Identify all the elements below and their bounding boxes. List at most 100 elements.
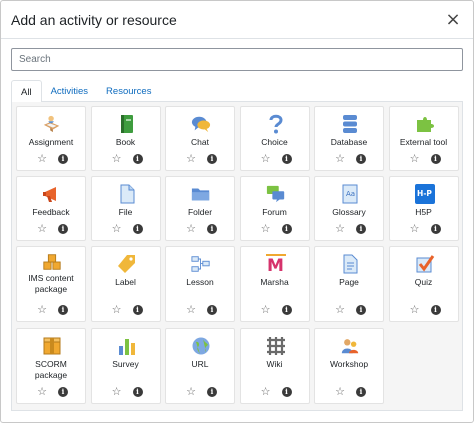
tab-resources[interactable]: Resources [97,80,160,102]
star-icon[interactable]: ☆ [36,223,48,235]
star-icon[interactable]: ☆ [185,304,197,316]
info-icon[interactable]: i [132,224,143,234]
activity-tile-forum[interactable]: Forum ☆ i [239,176,310,241]
info-icon[interactable]: i [132,305,143,315]
activity-tile-database[interactable]: Database ☆ i [314,106,384,171]
activity-label: Assignment [28,137,74,147]
star-icon[interactable]: ☆ [334,223,346,235]
activity-label: External tool [399,137,448,147]
activity-label: H5P [415,207,432,217]
activity-tile-page[interactable]: Page ☆ i [314,246,384,322]
activity-tile-label[interactable]: Label ☆ i [90,246,161,322]
activity-tile-book[interactable]: Book ☆ i [90,106,161,171]
star-icon[interactable]: ☆ [185,153,197,165]
activity-label: Quiz [414,277,433,287]
activity-tile-url[interactable]: URL ☆ i [165,328,235,404]
info-icon[interactable]: i [58,305,68,315]
info-icon[interactable]: i [58,387,68,397]
info-icon[interactable]: i [207,224,217,234]
activity-tile-h5p[interactable]: H-P H5P ☆ i [388,176,459,241]
activity-tile-feedback[interactable]: Feedback ☆ i [16,176,86,241]
info-icon[interactable]: i [207,305,217,315]
info-icon[interactable]: i [281,154,292,164]
info-icon[interactable]: i [58,154,68,164]
dialog-title: Add an activity or resource [11,11,177,28]
info-icon[interactable]: i [132,154,143,164]
info-icon[interactable]: i [281,387,292,397]
star-icon[interactable]: ☆ [260,304,272,316]
glossary-icon: Aa [340,184,360,204]
info-icon[interactable]: i [356,224,366,234]
choice-icon [266,114,286,134]
activity-tile-scorm-package[interactable]: SCORM package ☆ i [16,328,86,404]
info-icon[interactable]: i [281,224,292,234]
star-icon[interactable]: ☆ [334,153,346,165]
activity-tile-quiz[interactable]: Quiz ☆ i [388,246,459,322]
star-icon[interactable]: ☆ [334,386,346,398]
add-activity-dialog: Add an activity or resource × All Activi… [0,0,474,423]
info-icon[interactable]: i [356,154,366,164]
activity-tile-lesson[interactable]: Lesson ☆ i [165,246,235,322]
tab-all[interactable]: All [11,80,42,103]
info-icon[interactable]: i [207,154,217,164]
star-icon[interactable]: ☆ [111,304,123,316]
activity-tile-workshop[interactable]: Workshop ☆ i [314,328,384,404]
info-icon[interactable]: i [281,305,292,315]
star-icon[interactable]: ☆ [36,304,48,316]
activity-label: Marsha [260,277,289,287]
star-icon[interactable]: ☆ [185,386,197,398]
book-icon [117,114,137,134]
info-icon[interactable]: i [132,387,143,397]
star-icon[interactable]: ☆ [409,153,421,165]
survey-icon [117,336,137,356]
activity-tile-folder[interactable]: Folder ☆ i [165,176,235,241]
activity-label: SCORM package [34,359,68,380]
info-icon[interactable]: i [430,154,441,164]
star-icon[interactable]: ☆ [111,386,123,398]
star-icon[interactable]: ☆ [111,223,123,235]
activity-tile-chat[interactable]: Chat ☆ i [165,106,235,171]
info-icon[interactable]: i [430,305,441,315]
info-icon[interactable]: i [430,224,441,234]
activity-tile-external-tool[interactable]: External tool ☆ i [388,106,459,171]
info-icon[interactable]: i [207,387,217,397]
marsha-icon: M [265,254,286,276]
search-input[interactable] [11,48,463,71]
info-icon[interactable]: i [58,224,68,234]
star-icon[interactable]: ☆ [260,223,272,235]
wiki-icon [266,336,286,356]
activity-label: URL [191,359,209,369]
info-icon[interactable]: i [356,387,366,397]
activity-tile-glossary[interactable]: Aa Glossary ☆ i [314,176,384,241]
folder-icon [191,184,211,204]
star-icon[interactable]: ☆ [409,223,421,235]
star-icon[interactable]: ☆ [36,386,48,398]
close-button[interactable]: × [443,9,463,30]
external-tool-icon [415,114,435,134]
activity-label: File [118,207,133,217]
h5p-icon: H-P [414,184,435,204]
activity-tile-file[interactable]: File ☆ i [90,176,161,241]
activity-tile-survey[interactable]: Survey ☆ i [90,328,161,404]
star-icon[interactable]: ☆ [185,223,197,235]
activity-label: Lesson [186,277,214,287]
activity-tile-assignment[interactable]: Assignment ☆ i [16,106,86,171]
activity-tile-ims-content-package[interactable]: IMS content package ☆ i [16,246,86,322]
activity-label: IMS content package [28,273,74,294]
svg-text:Aa: Aa [346,190,355,198]
activity-tile-choice[interactable]: Choice ☆ i [239,106,310,171]
star-icon[interactable]: ☆ [36,153,48,165]
star-icon[interactable]: ☆ [260,386,272,398]
ims-package-icon [42,252,62,272]
star-icon[interactable]: ☆ [409,304,421,316]
star-icon[interactable]: ☆ [334,304,346,316]
feedback-icon [42,184,62,204]
info-icon[interactable]: i [356,305,366,315]
tab-activities[interactable]: Activities [42,80,97,102]
activity-tile-marsha[interactable]: M Marsha ☆ i [239,246,310,322]
star-icon[interactable]: ☆ [260,153,272,165]
star-icon[interactable]: ☆ [111,153,123,165]
activity-tile-wiki[interactable]: Wiki ☆ i [239,328,310,404]
activity-label: Book [115,137,136,147]
search-box [11,48,463,71]
